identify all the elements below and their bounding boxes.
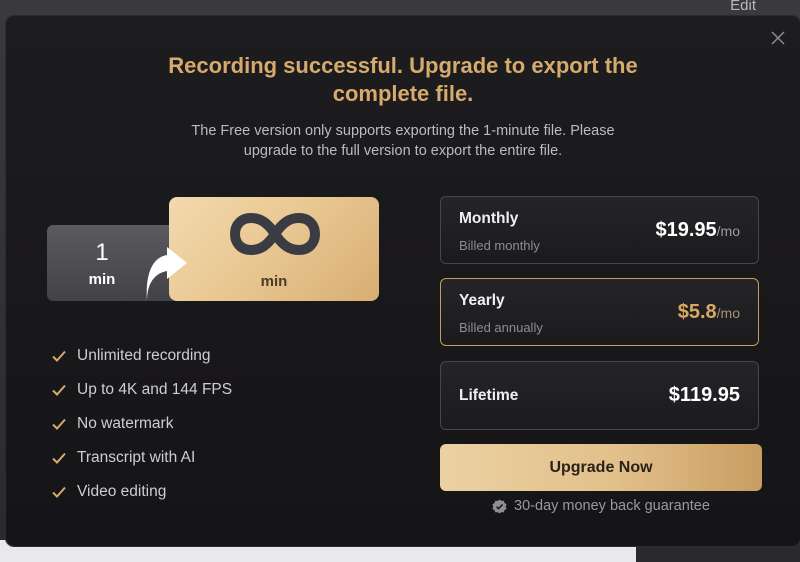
full-duration-unit: min: [260, 273, 288, 290]
check-icon: [52, 486, 66, 498]
money-back-guarantee: 30-day money back guarantee: [440, 498, 762, 514]
modal-title-line-1: Recording successful. Upgrade to export …: [168, 53, 638, 78]
modal-title: Recording successful. Upgrade to export …: [6, 52, 800, 108]
check-icon: [52, 350, 66, 362]
plan-price: $5.8/mo: [678, 301, 740, 324]
check-icon: [52, 384, 66, 396]
upgrade-now-button[interactable]: Upgrade Now: [440, 444, 762, 491]
feature-item: Transcript with AI: [51, 441, 232, 475]
plan-name: Lifetime: [459, 387, 519, 404]
plan-name: Yearly: [459, 292, 505, 309]
arrow-up-icon: [146, 247, 187, 301]
plan-price-period: /mo: [716, 223, 740, 239]
plan-price-amount: $19.95: [655, 219, 717, 241]
upgrade-modal: Recording successful. Upgrade to export …: [6, 16, 800, 546]
plan-option-monthly[interactable]: Monthly Billed monthly $19.95/mo: [440, 196, 759, 264]
infinity-icon: [230, 213, 320, 255]
modal-title-line-2: complete file.: [332, 81, 474, 106]
close-button[interactable]: [768, 28, 788, 48]
plan-price-amount: $119.95: [668, 384, 740, 406]
plan-billing: Billed annually: [459, 320, 543, 335]
modal-subtitle-line-2: upgrade to the full version to export th…: [243, 143, 563, 159]
plan-price-period: /mo: [716, 305, 740, 321]
plan-price: $19.95/mo: [655, 219, 740, 242]
free-duration-unit: min: [88, 271, 116, 288]
feature-item: Unlimited recording: [51, 339, 232, 373]
feature-label: Up to 4K and 144 FPS: [77, 381, 233, 398]
feature-label: No watermark: [77, 415, 174, 432]
plan-option-yearly[interactable]: Yearly Billed annually $5.8/mo: [440, 278, 759, 346]
plan-option-lifetime[interactable]: Lifetime $119.95: [440, 361, 759, 430]
shield-check-icon: [492, 498, 507, 514]
guarantee-text: 30-day money back guarantee: [514, 498, 710, 514]
feature-label: Video editing: [77, 483, 167, 500]
feature-label: Unlimited recording: [77, 347, 211, 364]
modal-subtitle: The Free version only supports exporting…: [126, 121, 680, 161]
background-edit-label: Edit: [730, 0, 756, 14]
duration-compare-graphic: 1 min min: [47, 197, 379, 301]
check-icon: [52, 418, 66, 430]
full-duration-card: min: [169, 197, 379, 301]
feature-list: Unlimited recording Up to 4K and 144 FPS…: [51, 339, 232, 509]
check-icon: [52, 452, 66, 464]
feature-item: No watermark: [51, 407, 232, 441]
plan-billing: Billed monthly: [459, 238, 540, 253]
plan-price-amount: $5.8: [677, 301, 717, 323]
plan-name: Monthly: [459, 210, 519, 227]
close-icon: [771, 31, 785, 45]
plan-price: $119.95: [669, 384, 740, 407]
free-duration-value: 1: [95, 239, 109, 266]
feature-item: Video editing: [51, 475, 232, 509]
modal-subtitle-line-1: The Free version only supports exporting…: [191, 123, 615, 139]
feature-item: Up to 4K and 144 FPS: [51, 373, 232, 407]
feature-label: Transcript with AI: [77, 449, 196, 466]
